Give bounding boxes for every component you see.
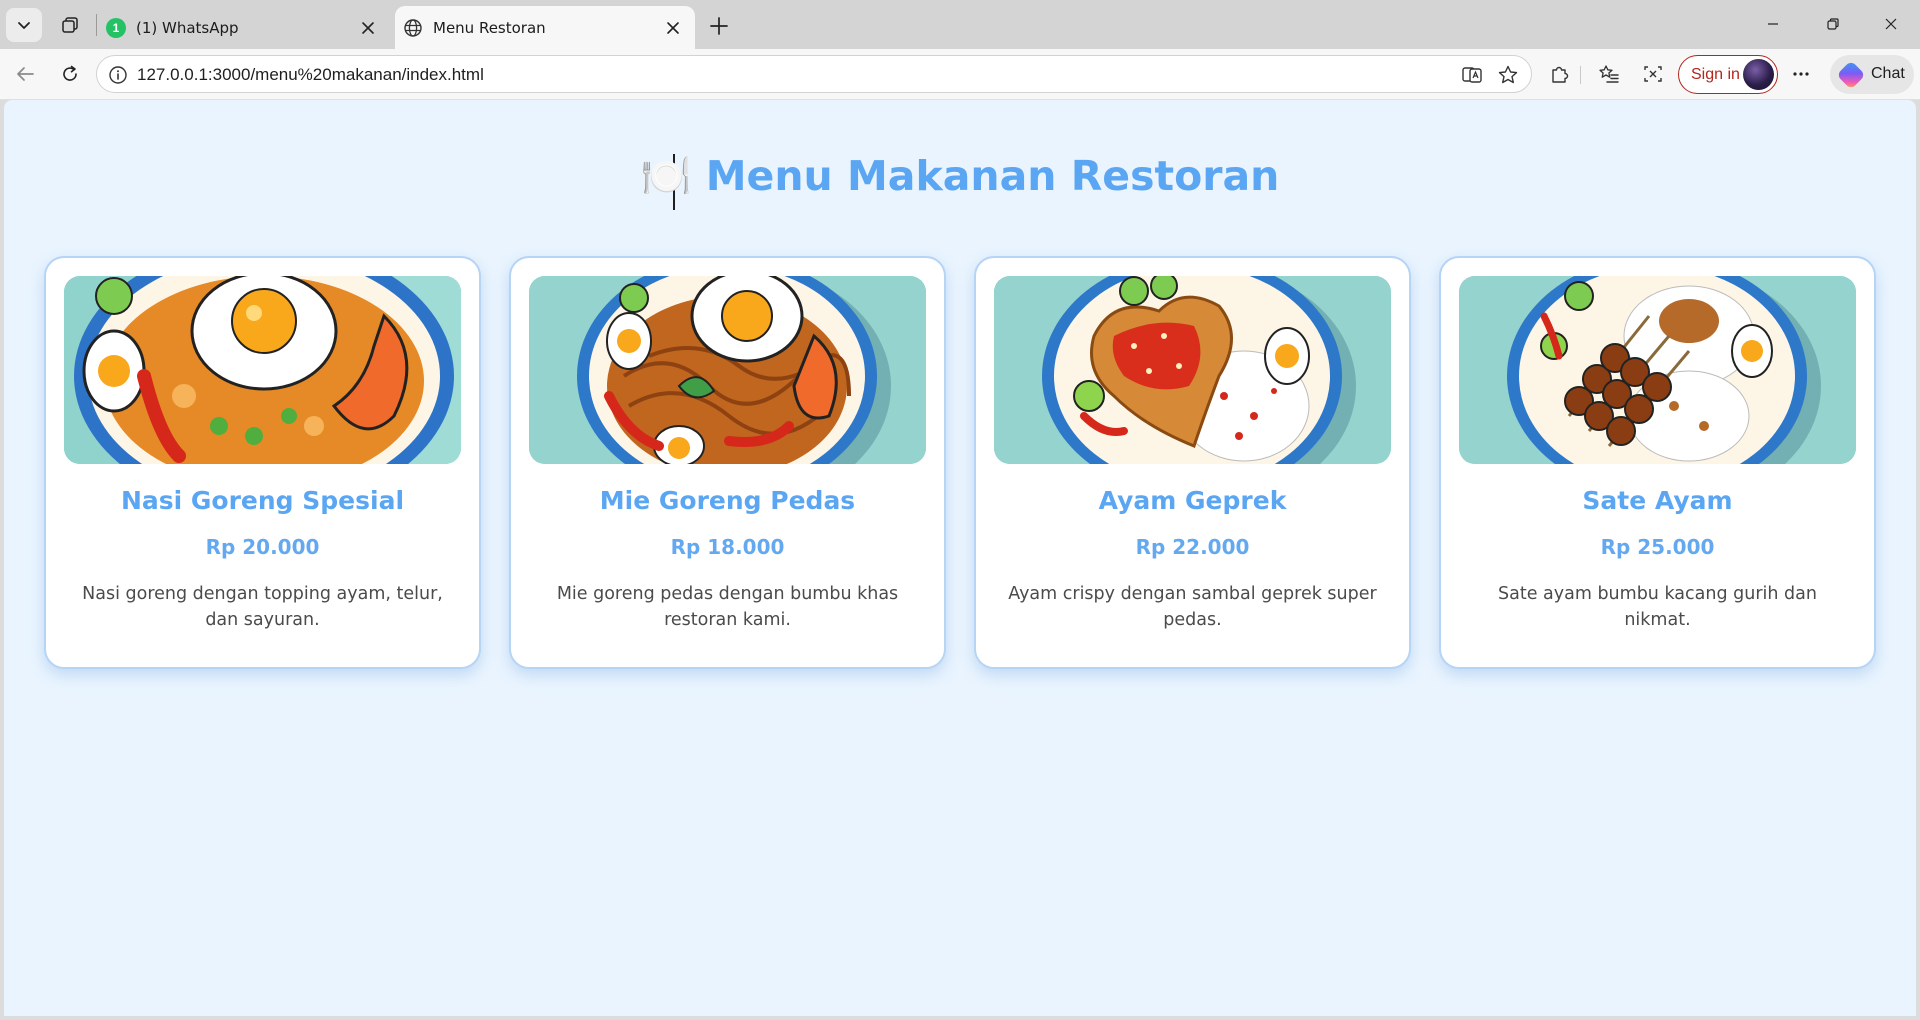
unread-badge: 1 <box>106 17 126 38</box>
tab-whatsapp[interactable]: 1 (1) WhatsApp <box>100 6 390 49</box>
arrow-left-icon <box>17 67 34 81</box>
close-icon <box>362 21 374 34</box>
close-tab-button[interactable] <box>661 16 685 40</box>
browser-toolbar: 127.0.0.1:3000/menu%20makanan/index.html… <box>0 49 1920 100</box>
menu-item-description: Mie goreng pedas dengan bumbu khas resto… <box>556 584 899 630</box>
tab-separator <box>96 14 97 36</box>
restore-button[interactable] <box>1810 6 1856 42</box>
close-icon <box>1885 18 1897 30</box>
tab-title: (1) WhatsApp <box>136 18 239 37</box>
close-icon <box>667 21 679 34</box>
smashed-chicken-illustration <box>994 276 1391 464</box>
copilot-chat-button[interactable]: Chat <box>1830 55 1914 94</box>
read-aloud-button[interactable] <box>1459 62 1485 88</box>
menu-item-description: Sate ayam bumbu kacang gurih dan nikmat. <box>1498 584 1817 630</box>
copilot-icon <box>1836 60 1866 90</box>
page-title: 🍽️ Menu Makanan Restoran <box>4 152 1916 201</box>
menu-card[interactable]: Nasi Goreng Spesial Rp 20.000 Nasi goren… <box>44 256 481 669</box>
info-icon[interactable] <box>107 64 129 86</box>
favorites-button[interactable] <box>1592 57 1626 91</box>
fried-rice-illustration <box>64 276 461 464</box>
avatar <box>1743 59 1774 90</box>
minimize-button[interactable] <box>1750 6 1796 42</box>
toolbar-divider <box>1580 66 1581 84</box>
tab-strip: 1 (1) WhatsApp Menu Restoran <box>0 0 1920 49</box>
puzzle-icon <box>1552 66 1569 83</box>
url-text[interactable]: 127.0.0.1:3000/menu%20makanan/index.html <box>137 65 484 85</box>
screenshot-button[interactable] <box>1636 57 1670 91</box>
page-title-text: Menu Makanan Restoran <box>705 152 1280 200</box>
menu-item-name: Nasi Goreng Spesial <box>120 486 405 515</box>
menu-item-description: Nasi goreng dengan topping ayam, telur, … <box>82 584 443 630</box>
screenshot-icon <box>1644 66 1662 82</box>
sign-in-label: Sign in <box>1691 66 1740 83</box>
menu-card[interactable]: Mie Goreng Pedas Rp 18.000 Mie goreng pe… <box>509 256 946 669</box>
page-viewport: 🍽️ Menu Makanan Restoran Nasi Goreng Spe… <box>4 100 1916 1016</box>
back-button[interactable] <box>8 57 42 91</box>
menu-item-price: Rp 25.000 <box>1600 535 1715 559</box>
menu-item-price: Rp 20.000 <box>205 535 320 559</box>
close-tab-button[interactable] <box>356 16 380 40</box>
plate-cutlery-icon: 🍽️ <box>640 152 692 200</box>
reload-icon <box>63 65 77 81</box>
tab-title: Menu Restoran <box>433 18 546 37</box>
menu-card[interactable]: Sate Ayam Rp 25.000 Sate ayam bumbu kaca… <box>1439 256 1876 669</box>
menu-item-name: Mie Goreng Pedas <box>599 486 856 515</box>
sign-in-button[interactable]: Sign in <box>1678 55 1778 94</box>
close-window-button[interactable] <box>1868 6 1914 42</box>
more-icon <box>1793 72 1809 76</box>
extensions-button[interactable] <box>1542 57 1576 91</box>
menu-card-grid: Nasi Goreng Spesial Rp 20.000 Nasi goren… <box>44 256 1884 672</box>
more-options-button[interactable] <box>1784 57 1818 91</box>
menu-item-price: Rp 18.000 <box>670 535 785 559</box>
favorite-button[interactable] <box>1495 62 1521 88</box>
workspaces-button[interactable] <box>52 8 88 42</box>
whatsapp-icon: 1 <box>106 17 126 38</box>
menu-item-price: Rp 22.000 <box>1135 535 1250 559</box>
restore-icon <box>1827 18 1839 30</box>
menu-item-name: Ayam Geprek <box>1098 486 1287 515</box>
chevron-down-icon <box>18 22 30 29</box>
star-icon <box>1498 65 1518 84</box>
chicken-satay-illustration <box>1459 276 1856 464</box>
address-bar[interactable]: 127.0.0.1:3000/menu%20makanan/index.html <box>96 55 1532 93</box>
plus-icon <box>710 17 728 35</box>
tab-list-button[interactable] <box>6 8 42 42</box>
fried-noodles-illustration <box>529 276 926 464</box>
tab-menu-restoran[interactable]: Menu Restoran <box>395 6 695 49</box>
new-tab-button[interactable] <box>702 9 736 43</box>
menu-card[interactable]: Ayam Geprek Rp 22.000 Ayam crispy dengan… <box>974 256 1411 669</box>
globe-icon <box>403 18 423 38</box>
favorites-icon <box>1599 65 1619 83</box>
minimize-icon <box>1768 23 1778 25</box>
chat-label: Chat <box>1871 65 1905 82</box>
translate-icon <box>1462 67 1482 83</box>
workspaces-icon <box>62 17 78 33</box>
menu-item-description: Ayam crispy dengan sambal geprek super p… <box>1008 584 1377 630</box>
menu-item-name: Sate Ayam <box>1582 486 1733 515</box>
reload-button[interactable] <box>53 57 87 91</box>
